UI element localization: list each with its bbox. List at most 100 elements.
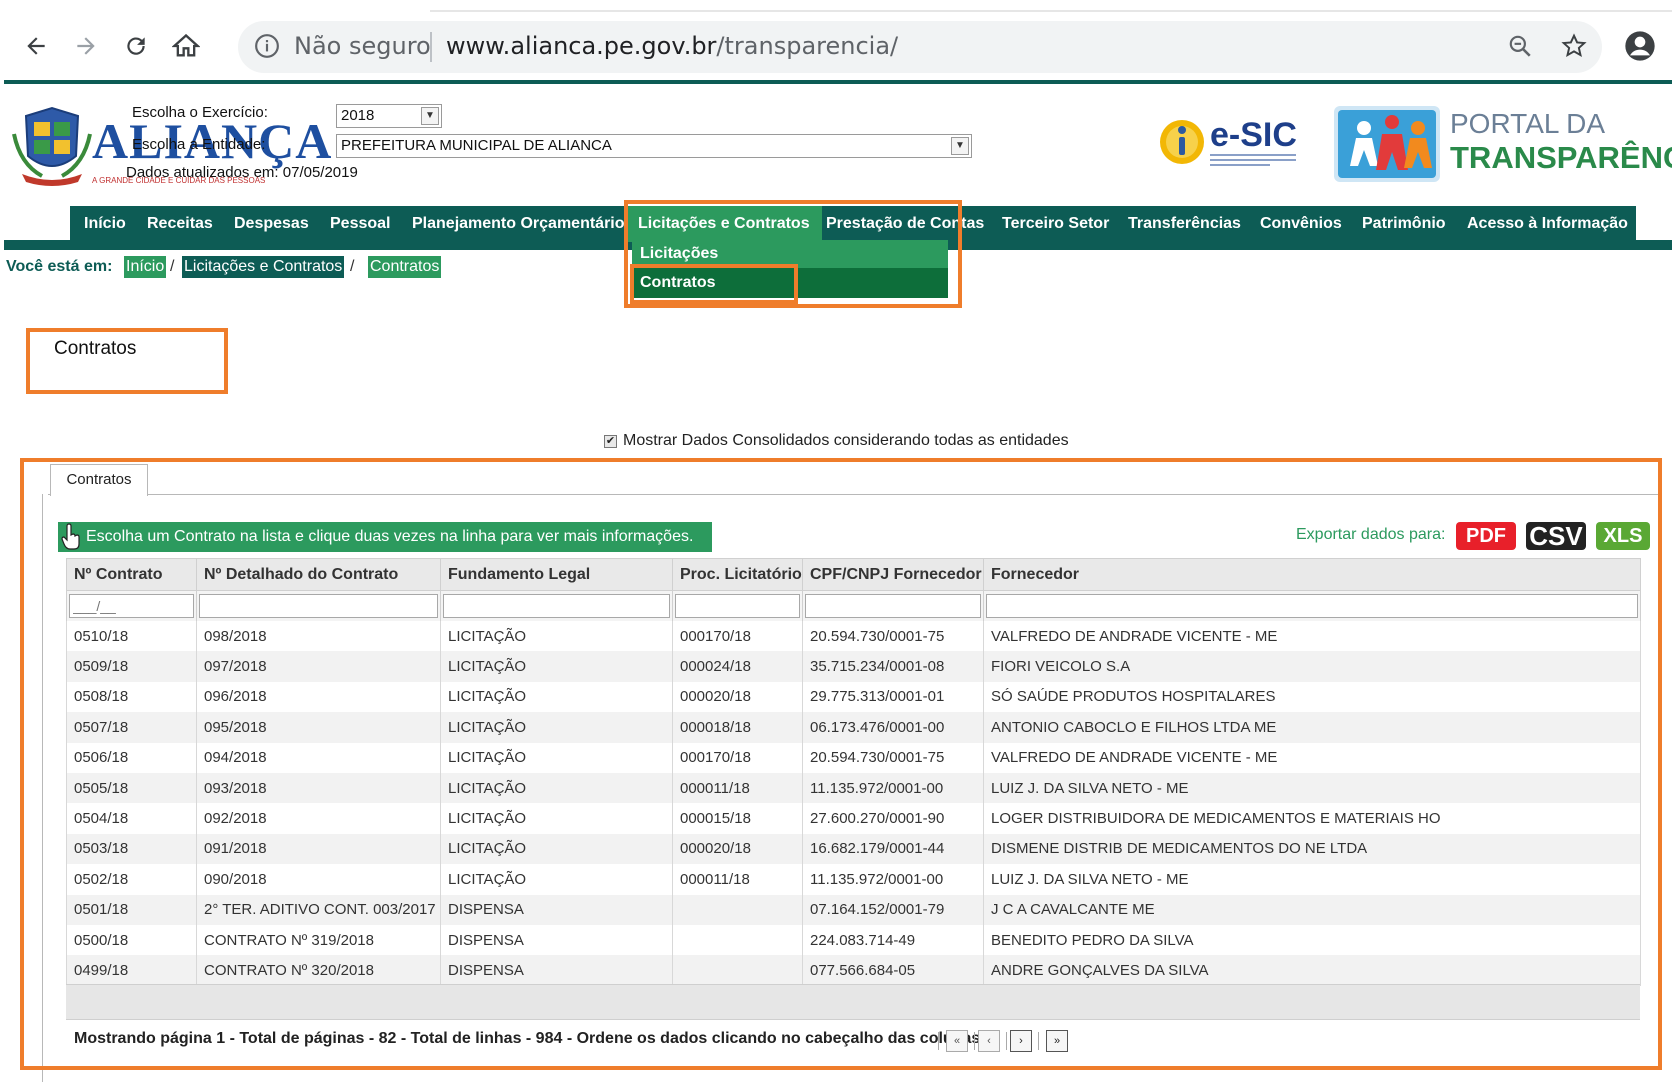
cell-numero-detalhado: 091/2018 bbox=[196, 833, 441, 865]
cell-fornecedor: SÓ SAÚDE PRODUTOS HOSPITALARES bbox=[983, 681, 1641, 713]
first-page-icon[interactable]: « bbox=[946, 1030, 968, 1052]
profile-avatar-icon[interactable] bbox=[1622, 28, 1658, 64]
esic-text: e-SIC bbox=[1210, 116, 1297, 154]
address-url[interactable]: www.alianca.pe.gov.br/transparencia/ bbox=[446, 32, 898, 60]
menu-despesas[interactable]: Despesas bbox=[234, 206, 309, 242]
esic-logo[interactable]: e-SIC bbox=[1160, 112, 1310, 172]
export-pdf-button[interactable]: PDF bbox=[1456, 522, 1516, 550]
cell-cpf-cnpj: 29.775.313/0001-01 bbox=[802, 681, 984, 713]
table-row[interactable]: 0502/18 090/2018 LICITAÇÃO 000011/18 11.135.… bbox=[66, 864, 1641, 895]
cell-numero-contrato: 0499/18 bbox=[66, 955, 197, 986]
table-row[interactable]: 0504/18 092/2018 LICITAÇÃO 000015/18 27.600.… bbox=[66, 803, 1641, 834]
cell-cpf-cnpj: 07.164.152/0001-79 bbox=[802, 894, 984, 925]
info-icon[interactable] bbox=[254, 33, 282, 61]
export-csv-button[interactable]: CSV bbox=[1526, 522, 1586, 550]
breadcrumb-licitacoes[interactable]: Licitações e Contratos bbox=[182, 256, 345, 278]
home-icon[interactable] bbox=[168, 28, 204, 64]
filter-numero-detalhado[interactable] bbox=[199, 594, 438, 618]
menu-patrimonio[interactable]: Patrimônio bbox=[1362, 206, 1446, 242]
cell-fornecedor: FIORI VEICOLO S.A bbox=[983, 651, 1641, 682]
chevron-down-icon[interactable]: ▼ bbox=[421, 107, 439, 125]
table-row[interactable]: 0509/18 097/2018 LICITAÇÃO 000024/18 35.715.… bbox=[66, 651, 1641, 682]
tab-strip-edge bbox=[430, 10, 1672, 12]
table-row[interactable]: 0503/18 091/2018 LICITAÇÃO 000020/18 16.682.… bbox=[66, 833, 1641, 865]
cell-fornecedor: DISMENE DISTRIB DE MEDICAMENTOS DO NE LT… bbox=[983, 833, 1641, 865]
cell-fundamento-legal: DISPENSA bbox=[440, 924, 673, 956]
header-top-rule bbox=[4, 80, 1672, 84]
next-page-icon[interactable]: › bbox=[1010, 1030, 1032, 1052]
menu-licitacoes-contratos[interactable]: Licitações e Contratos bbox=[626, 206, 822, 242]
menu-planejamento[interactable]: Planejamento Orçamentário bbox=[412, 206, 625, 242]
exercise-label: Escolha o Exercício: bbox=[132, 104, 268, 121]
reload-icon[interactable] bbox=[118, 28, 154, 64]
updated-date: 07/05/2019 bbox=[282, 164, 358, 181]
forward-icon[interactable] bbox=[68, 28, 104, 64]
back-icon[interactable] bbox=[18, 28, 54, 64]
col-cpf-cnpj[interactable]: CPF/CNPJ Fornecedor bbox=[802, 558, 984, 591]
consolidated-label: Mostrar Dados Consolidados considerando … bbox=[623, 432, 1069, 449]
chevron-down-icon[interactable]: ▼ bbox=[951, 137, 969, 155]
filter-fundamento-legal[interactable] bbox=[443, 594, 670, 618]
zoom-icon[interactable] bbox=[1502, 28, 1538, 64]
address-bar[interactable] bbox=[238, 21, 1602, 73]
col-numero-contrato[interactable]: Nº Contrato bbox=[66, 558, 197, 591]
menu-transferencias[interactable]: Transferências bbox=[1128, 206, 1241, 242]
breadcrumb-inicio[interactable]: Início bbox=[124, 256, 167, 278]
security-label[interactable]: Não seguro bbox=[294, 32, 431, 60]
cell-proc-licitatorio: 000020/18 bbox=[672, 833, 803, 865]
menu-pessoal[interactable]: Pessoal bbox=[330, 206, 390, 242]
breadcrumb-contratos[interactable]: Contratos bbox=[368, 256, 442, 278]
table-row[interactable]: 0505/18 093/2018 LICITAÇÃO 000011/18 11.135.… bbox=[66, 772, 1641, 804]
col-numero-detalhado[interactable]: Nº Detalhado do Contrato bbox=[196, 558, 441, 591]
pager-separator bbox=[1006, 1032, 1007, 1050]
last-page-icon[interactable]: » bbox=[1046, 1030, 1068, 1052]
prev-page-icon[interactable]: ‹ bbox=[978, 1030, 1000, 1052]
cell-fornecedor: VALFREDO DE ANDRADE VICENTE - ME bbox=[983, 621, 1641, 652]
pager-summary: Mostrando página 1 - Total de páginas - … bbox=[74, 1030, 985, 1047]
menu-prestacao-contas[interactable]: Prestação de Contas bbox=[826, 206, 984, 242]
cell-numero-detalhado: 097/2018 bbox=[196, 651, 441, 682]
filter-fornecedor[interactable] bbox=[986, 594, 1638, 618]
table-row[interactable]: 0507/18 095/2018 LICITAÇÃO 000018/18 06.173.… bbox=[66, 712, 1641, 743]
menu-terceiro-setor[interactable]: Terceiro Setor bbox=[1002, 206, 1109, 242]
consolidated-checkbox[interactable]: ✔ bbox=[604, 434, 617, 448]
cell-numero-contrato: 0502/18 bbox=[66, 864, 197, 895]
table-row[interactable]: 0506/18 094/2018 LICITAÇÃO 000170/18 20.594.… bbox=[66, 742, 1641, 773]
menu-receitas[interactable]: Receitas bbox=[147, 206, 213, 242]
table-row[interactable]: 0500/18 CONTRATO Nº 319/2018 DISPENSA 224.0… bbox=[66, 924, 1641, 956]
cell-fornecedor: BENEDITO PEDRO DA SILVA bbox=[983, 924, 1641, 956]
bookmark-star-icon[interactable] bbox=[1556, 28, 1592, 64]
panel-border bbox=[42, 494, 43, 1082]
instruction-banner: Escolha um Contrato na lista e clique du… bbox=[58, 522, 712, 552]
updated-label-text: Dados atualizados em: bbox=[126, 164, 279, 181]
cell-proc-licitatorio: 000024/18 bbox=[672, 651, 803, 682]
filter-cpf-cnpj[interactable] bbox=[805, 594, 981, 618]
table-row[interactable]: 0501/18 2° TER. ADITIVO CONT. 003/2017 DIS… bbox=[66, 894, 1641, 925]
menu-convenios[interactable]: Convênios bbox=[1260, 206, 1342, 242]
cell-fundamento-legal: LICITAÇÃO bbox=[440, 681, 673, 713]
export-xls-button[interactable]: XLS bbox=[1596, 522, 1650, 550]
col-proc-licitatorio[interactable]: Proc. Licitatório bbox=[672, 558, 803, 591]
cell-fornecedor: LOGER DISTRIBUIDORA DE MEDICAMENTOS E MA… bbox=[983, 803, 1641, 834]
consolidated-option[interactable]: ✔ Mostrar Dados Consolidados considerand… bbox=[604, 432, 1069, 450]
portal-transparencia-logo[interactable]: PORTAL DA TRANSPARÊNCIA bbox=[1334, 104, 1672, 184]
menu-acesso-informacao[interactable]: Acesso à Informação bbox=[1467, 206, 1628, 242]
cell-numero-detalhado: CONTRATO Nº 319/2018 bbox=[196, 924, 441, 956]
cell-proc-licitatorio: 000170/18 bbox=[672, 621, 803, 652]
table-row[interactable]: 0508/18 096/2018 LICITAÇÃO 000020/18 29.775.… bbox=[66, 681, 1641, 713]
table-row[interactable]: 0510/18 098/2018 LICITAÇÃO 000170/18 20.594.… bbox=[66, 621, 1641, 652]
col-fundamento-legal[interactable]: Fundamento Legal bbox=[440, 558, 673, 591]
url-host: www.alianca.pe.gov.br bbox=[446, 32, 717, 60]
filter-numero-contrato[interactable] bbox=[69, 594, 194, 618]
tab-contratos[interactable]: Contratos bbox=[50, 464, 148, 496]
breadcrumb-label: Você está em: bbox=[6, 258, 113, 275]
dropdown-contratos[interactable]: Contratos bbox=[632, 268, 948, 298]
dropdown-licitacoes[interactable]: Licitações bbox=[632, 240, 948, 268]
menu-inicio[interactable]: Início bbox=[84, 206, 126, 242]
filter-proc-licitatorio[interactable] bbox=[675, 594, 800, 618]
col-fornecedor[interactable]: Fornecedor bbox=[983, 558, 1641, 591]
cell-fundamento-legal: LICITAÇÃO bbox=[440, 621, 673, 652]
exercise-select[interactable]: 2018 ▼ bbox=[336, 104, 442, 128]
table-row[interactable]: 0499/18 CONTRATO Nº 320/2018 DISPENSA 077.5… bbox=[66, 955, 1641, 986]
entity-select[interactable]: PREFEITURA MUNICIPAL DE ALIANCA ▼ bbox=[336, 134, 972, 158]
